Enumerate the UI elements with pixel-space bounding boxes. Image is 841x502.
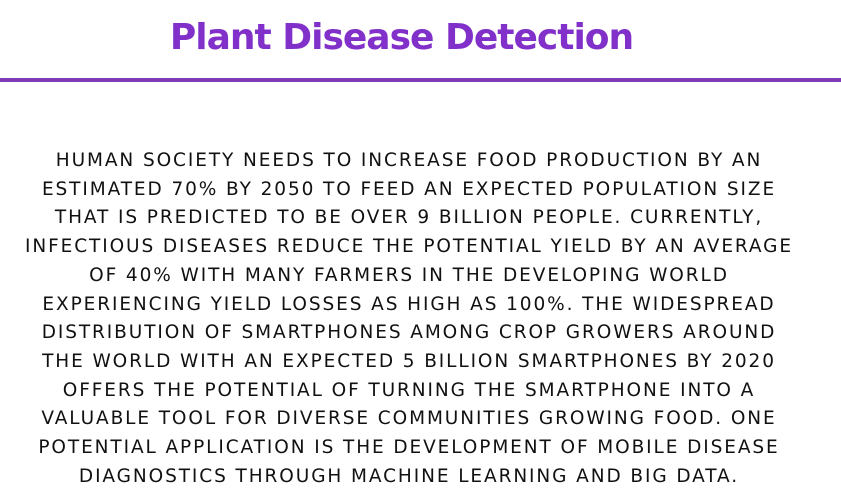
description-line: VALUABLE TOOL FOR DIVERSE COMMUNITIES GR… [41, 408, 777, 430]
description-line: EXPERIENCING YIELD LOSSES AS HIGH AS 100… [42, 293, 776, 315]
description-line: OFFERS THE POTENTIAL OF TURNING THE SMAR… [62, 379, 756, 401]
description-line: HUMAN SOCIETY NEEDS TO INCREASE FOOD PRO… [55, 150, 763, 171]
title-divider [0, 78, 841, 82]
description-text: HUMAN SOCIETY NEEDS TO INCREASE FOOD PRO… [0, 147, 818, 491]
description-line: DIAGNOSTICS THROUGH MACHINE LEARNING AND… [78, 465, 740, 487]
description-line: OF 40% WITH MANY FARMERS IN THE DEVELOPI… [89, 264, 729, 286]
description-line: ESTIMATED 70% BY 2050 TO FEED AN EXPECTE… [41, 178, 777, 200]
description-line: DISTRIBUTION OF SMARTPHONES AMONG CROP G… [41, 322, 777, 344]
description-line: INFECTIOUS DISEASES REDUCE THE POTENTIAL… [24, 236, 793, 258]
description-line: THE WORLD WITH AN EXPECTED 5 BILLION SMA… [42, 350, 776, 372]
description-line: THAT IS PREDICTED TO BE OVER 9 BILLION P… [54, 207, 764, 229]
page-title: Plant Disease Detection [169, 17, 634, 58]
description-line: POTENTIAL APPLICATION IS THE DEVELOPMENT… [38, 437, 780, 459]
